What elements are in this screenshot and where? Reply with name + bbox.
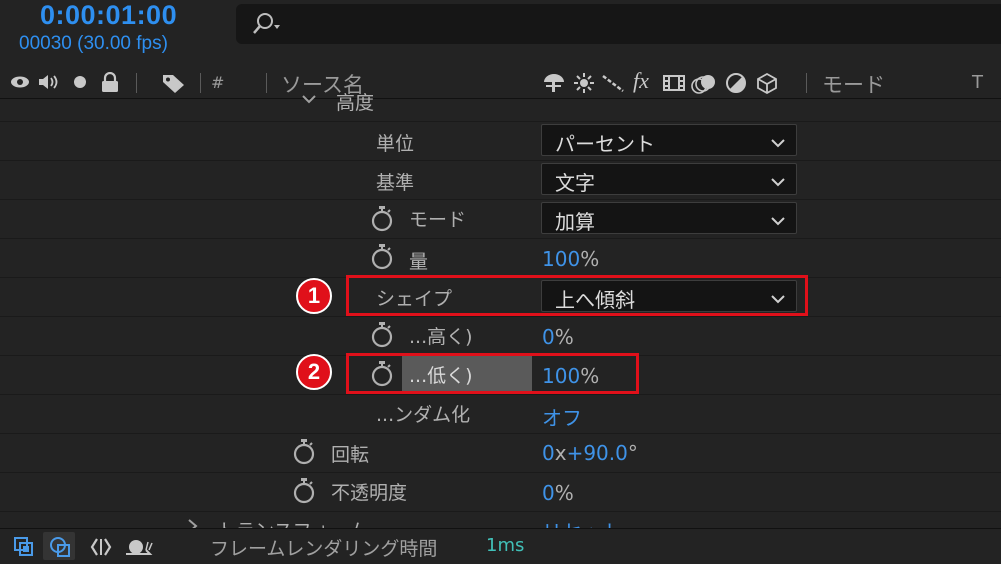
- chevron-down-icon[interactable]: [300, 93, 318, 112]
- callout-badge-2: 2: [296, 354, 332, 390]
- callout-box-shape: [346, 275, 808, 316]
- stopwatch-icon[interactable]: [292, 476, 316, 508]
- property-group-label: 高度: [336, 92, 375, 114]
- stopwatch-icon[interactable]: [370, 204, 394, 236]
- basis-dropdown[interactable]: 文字: [541, 163, 797, 195]
- amount-label: 量: [409, 251, 429, 273]
- collapse-sun-icon[interactable]: [573, 72, 595, 98]
- track-matte-header[interactable]: T: [972, 72, 983, 93]
- property-row-unit: 単位 パーセント: [0, 122, 1001, 161]
- randomize-label: ...ンダム化: [376, 404, 471, 426]
- ease-high-label: ...高く): [409, 326, 473, 348]
- frame-rate-display: 00030 (30.00 fps): [19, 33, 168, 54]
- property-row-randomize: ...ンダム化 オフ: [0, 395, 1001, 434]
- randomize-value[interactable]: オフ: [542, 402, 582, 431]
- search-input[interactable]: [236, 4, 1001, 44]
- opacity-label: 不透明度: [331, 482, 408, 504]
- unit-dropdown-value: パーセント: [555, 132, 655, 156]
- timeline-top-bar: 0:00:01:00 00030 (30.00 fps): [0, 0, 1001, 66]
- eye-icon[interactable]: [9, 72, 31, 96]
- callout-box-ease-low: [346, 353, 639, 394]
- 3d-layer-cube-icon[interactable]: [756, 72, 778, 98]
- quality-slash-icon[interactable]: [600, 72, 626, 98]
- column-divider: [200, 73, 201, 93]
- chevron-down-icon: [770, 135, 786, 154]
- chevron-down-icon: [770, 174, 786, 193]
- property-row-ease-high: ...高く) 0%: [0, 317, 1001, 356]
- mode-dropdown-value: 加算: [555, 210, 595, 234]
- property-row-amount: 量 100%: [0, 239, 1001, 278]
- amount-value[interactable]: 100%: [542, 247, 599, 271]
- layer-number-header: #: [211, 73, 225, 92]
- shy-icon[interactable]: [541, 72, 567, 98]
- column-divider: [806, 73, 807, 93]
- layer-column-header: # ソース名 fx モード T: [0, 66, 1001, 99]
- chevron-down-icon: [770, 213, 786, 232]
- rotation-value[interactable]: 0x+90.0°: [542, 441, 638, 465]
- stopwatch-icon[interactable]: [370, 320, 394, 352]
- current-time-display[interactable]: 0:00:01:00: [40, 0, 177, 31]
- snail-render-icon[interactable]: [124, 536, 154, 562]
- label-tag-icon[interactable]: [160, 72, 188, 98]
- rotation-label: 回転: [331, 444, 370, 466]
- layer-switches-icon[interactable]: [13, 536, 35, 562]
- transfer-controls-icon[interactable]: [49, 536, 71, 562]
- chevron-right-icon[interactable]: [186, 518, 200, 528]
- property-row-transform: トランスフォーム リセット: [0, 512, 1001, 528]
- property-row-cut: 高度: [0, 92, 1001, 122]
- lock-icon[interactable]: [99, 71, 121, 98]
- unit-dropdown[interactable]: パーセント: [541, 124, 797, 156]
- in-out-brackets-icon[interactable]: [89, 536, 113, 562]
- property-row-rotation: 回転 0x+90.0°: [0, 434, 1001, 473]
- adjustment-layer-icon[interactable]: [725, 72, 747, 98]
- render-time-label: フレームレンダリング時間: [210, 538, 438, 560]
- column-divider: [136, 73, 137, 93]
- basis-label: 基準: [376, 172, 415, 194]
- opacity-value[interactable]: 0%: [542, 481, 574, 505]
- effects-fx-header[interactable]: fx: [633, 68, 649, 94]
- basis-dropdown-value: 文字: [555, 171, 595, 195]
- stopwatch-icon[interactable]: [292, 437, 316, 469]
- transform-reset-link[interactable]: リセット: [542, 516, 622, 528]
- timeline-bottom-bar: フレームレンダリング時間 1ms: [0, 528, 1001, 564]
- property-row-mode: モード 加算: [0, 200, 1001, 239]
- ease-high-value[interactable]: 0%: [542, 325, 574, 349]
- search-icon[interactable]: [250, 12, 286, 40]
- motion-blur-icon[interactable]: [690, 72, 718, 100]
- mode-header[interactable]: モード: [822, 69, 885, 99]
- solo-icon[interactable]: [70, 72, 90, 96]
- property-row-basis: 基準 文字: [0, 161, 1001, 200]
- render-time-value: 1ms: [486, 535, 525, 556]
- column-divider: [266, 73, 267, 93]
- mode-label: モード: [409, 209, 467, 231]
- mode-dropdown[interactable]: 加算: [541, 202, 797, 234]
- speaker-icon[interactable]: [36, 72, 62, 96]
- callout-badge-1: 1: [296, 278, 332, 314]
- stopwatch-icon[interactable]: [370, 242, 394, 274]
- frame-blend-icon[interactable]: [661, 72, 687, 98]
- transform-label: トランスフォーム: [217, 516, 368, 528]
- property-row-opacity: 不透明度 0%: [0, 473, 1001, 512]
- unit-label: 単位: [376, 133, 415, 155]
